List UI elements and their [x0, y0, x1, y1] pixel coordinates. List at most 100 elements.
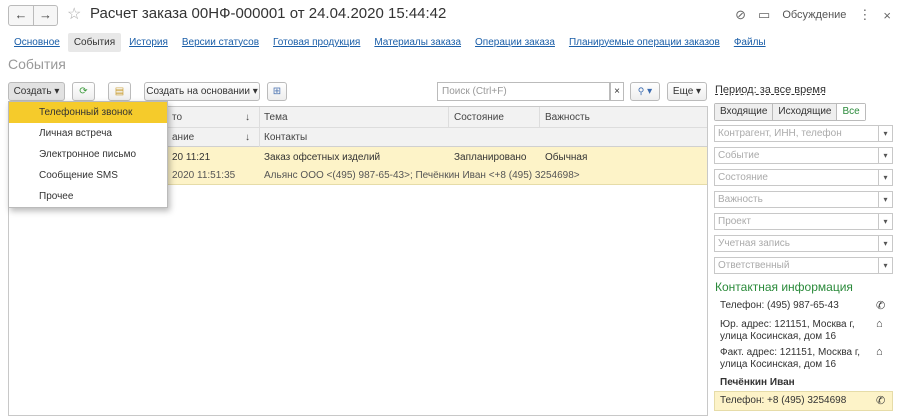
col-state[interactable]: Состояние	[454, 112, 504, 123]
section-tabs: Основное События История Версии статусов…	[8, 31, 774, 53]
chevron-down-icon[interactable]: ▾	[878, 192, 892, 207]
segment-outgoing[interactable]: Исходящие	[772, 104, 837, 120]
filter-counterparty[interactable]: Контрагент, ИНН, телефон ▾	[714, 125, 893, 142]
cell-state: Запланировано	[454, 152, 527, 163]
document-icon[interactable]: ▤	[108, 82, 131, 101]
chevron-down-icon[interactable]: ▾	[878, 236, 892, 251]
col-subject[interactable]: Тема	[264, 112, 288, 123]
chevron-down-icon: ▾	[54, 86, 60, 97]
menu-item-sms[interactable]: Сообщение SMS	[9, 165, 167, 186]
menu-item-other[interactable]: Прочее	[9, 186, 167, 207]
phone-icon[interactable]: ✆	[876, 299, 885, 312]
structure-icon[interactable]: ⊞	[267, 82, 287, 101]
segment-incoming[interactable]: Входящие	[715, 104, 773, 120]
find-button[interactable]: ⚲ ▾	[630, 82, 660, 101]
column-divider	[259, 107, 260, 147]
home-icon[interactable]: ⌂	[876, 346, 883, 358]
create-button[interactable]: Создать ▾	[8, 82, 65, 101]
tab-order-operations[interactable]: Операции заказа	[469, 33, 561, 52]
filter-importance[interactable]: Важность ▾	[714, 191, 893, 208]
tab-finished-products[interactable]: Готовая продукция	[267, 33, 366, 52]
col-importance[interactable]: Важность	[545, 112, 590, 123]
segment-all[interactable]: Все	[836, 104, 865, 120]
contact-person: Печёнкин Иван	[720, 377, 795, 388]
more-label: Еще	[672, 86, 694, 97]
create-label: Создать	[13, 86, 52, 97]
filter-state[interactable]: Состояние ▾	[714, 169, 893, 186]
menu-item-email[interactable]: Электронное письмо	[9, 144, 167, 165]
contact-person-phone: Телефон: +8 (495) 3254698	[720, 395, 847, 406]
link-icon[interactable]: ⊘	[735, 7, 746, 23]
contact-phone: Телефон: (495) 987-65-43	[720, 300, 839, 311]
chevron-down-icon[interactable]: ▾	[878, 170, 892, 185]
filter-project[interactable]: Проект ▾	[714, 213, 893, 230]
legal-address-line-1: Юр. адрес: 121151, Москва г,	[720, 319, 855, 330]
close-icon[interactable]: ×	[883, 8, 891, 23]
title-bar-actions: ⊘ ▭ Обсуждение ⋮ ×	[735, 7, 891, 23]
create-menu: Телефонный звонок Личная встреча Электро…	[8, 101, 168, 208]
refresh-icon[interactable]: ⟳	[72, 82, 95, 101]
chevron-down-icon[interactable]: ▾	[878, 148, 892, 163]
filter-account[interactable]: Учетная запись ▾	[714, 235, 893, 252]
direction-switch: Входящие Исходящие Все	[714, 103, 866, 121]
chevron-down-icon: ▾	[647, 86, 653, 97]
filter-placeholder: Состояние	[718, 172, 768, 183]
search-input[interactable]: Поиск (Ctrl+F)	[437, 82, 610, 101]
column-divider	[448, 107, 449, 127]
chevron-down-icon[interactable]: ▾	[878, 258, 892, 273]
tab-history[interactable]: История	[123, 33, 174, 52]
filter-placeholder: Ответственный	[718, 260, 790, 271]
col-contacts[interactable]: Контакты	[264, 132, 307, 143]
forward-arrow-icon[interactable]: →	[33, 6, 57, 25]
column-divider	[539, 107, 540, 127]
title-bar: ← → ☆ Расчет заказа 00НФ-000001 от 24.04…	[0, 0, 901, 30]
actual-address-line-2: улица Косинская, дом 16	[720, 359, 837, 370]
cell-importance: Обычная	[545, 152, 588, 163]
home-icon[interactable]: ⌂	[876, 318, 883, 330]
tab-main[interactable]: Основное	[8, 33, 66, 52]
search-icon: ⚲	[637, 86, 645, 96]
actual-address-line-1: Факт. адрес: 121151, Москва г,	[720, 347, 861, 358]
chevron-down-icon: ▾	[696, 86, 702, 97]
page-title: События	[8, 56, 66, 72]
actual-address: Факт. адрес: 121151, Москва г, улица Кос…	[720, 347, 860, 371]
create-based-on-button[interactable]: Создать на основании ▾	[144, 82, 260, 101]
nav-buttons: ← →	[8, 5, 58, 26]
chevron-down-icon[interactable]: ▾	[878, 126, 892, 141]
chevron-down-icon[interactable]: ▾	[878, 214, 892, 229]
filter-event[interactable]: Событие ▾	[714, 147, 893, 164]
col-responsible[interactable]: ание	[172, 132, 194, 143]
menu-item-meeting[interactable]: Личная встреча	[9, 123, 167, 144]
filter-placeholder: Учетная запись	[718, 238, 791, 249]
legal-address: Юр. адрес: 121151, Москва г, улица Косин…	[720, 319, 855, 343]
tab-files[interactable]: Файлы	[728, 33, 772, 52]
filter-placeholder: Событие	[718, 150, 760, 161]
chevron-down-icon: ▾	[252, 86, 258, 97]
favorite-star-icon[interactable]: ☆	[67, 4, 81, 24]
filter-responsible[interactable]: Ответственный ▾	[714, 257, 893, 274]
more-button[interactable]: Еще ▾	[667, 82, 707, 101]
tab-status-versions[interactable]: Версии статусов	[176, 33, 265, 52]
cell-date-2: 2020 11:51:35	[172, 170, 236, 181]
tab-planned-operations[interactable]: Планируемые операции заказов	[563, 33, 726, 52]
filter-placeholder: Проект	[718, 216, 751, 227]
contact-info-title: Контактная информация	[715, 280, 853, 294]
discussion-icon[interactable]: ▭	[758, 7, 770, 23]
col-date[interactable]: то	[172, 112, 182, 123]
more-vertical-icon[interactable]: ⋮	[858, 7, 871, 23]
cell-contacts: Альянс ООО <(495) 987-65-43>; Печёнкин И…	[264, 170, 580, 181]
sort-down-icon[interactable]: ↓	[245, 132, 250, 143]
tab-events[interactable]: События	[67, 32, 122, 52]
period-link[interactable]: Период: за все время	[715, 84, 826, 96]
tab-order-materials[interactable]: Материалы заказа	[368, 33, 467, 52]
sort-down-icon[interactable]: ↓	[245, 112, 250, 123]
discussion-button[interactable]: Обсуждение	[782, 9, 846, 21]
phone-icon[interactable]: ✆	[876, 394, 885, 407]
filter-placeholder: Важность	[718, 194, 763, 205]
clear-search-icon[interactable]: ×	[610, 82, 624, 101]
filter-placeholder: Контрагент, ИНН, телефон	[718, 128, 842, 139]
back-arrow-icon[interactable]: ←	[9, 6, 33, 25]
legal-address-line-2: улица Косинская, дом 16	[720, 331, 837, 342]
cell-date: 20 11:21	[172, 152, 211, 163]
menu-item-phone-call[interactable]: Телефонный звонок	[9, 102, 167, 123]
